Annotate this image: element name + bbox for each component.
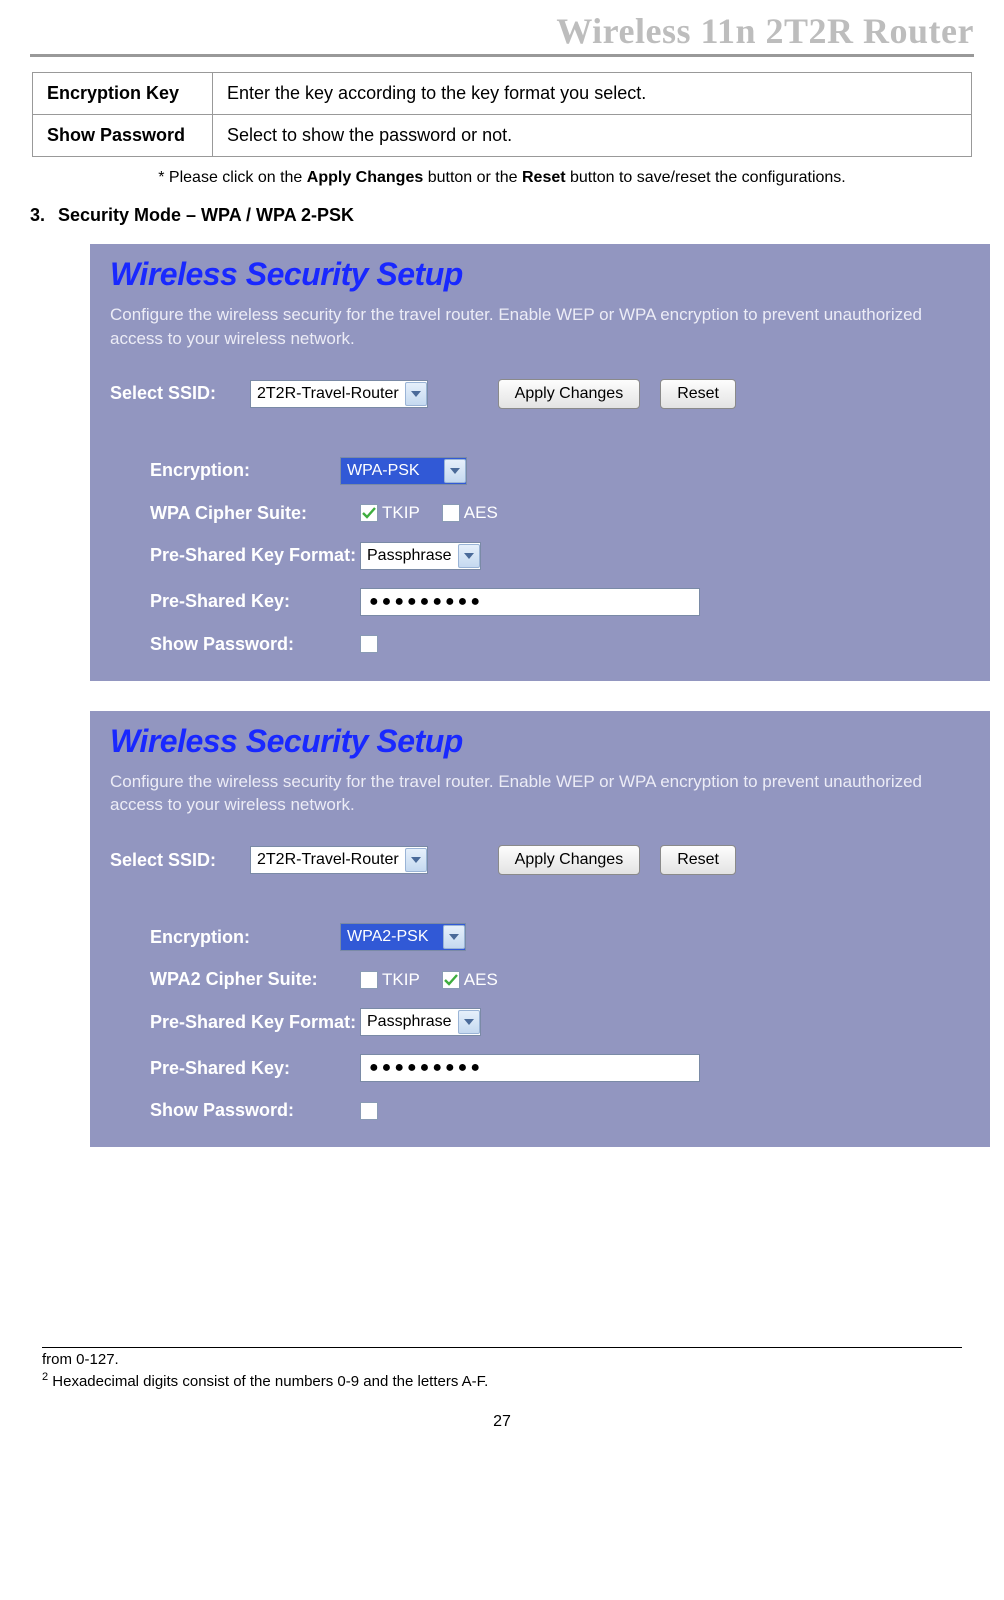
page-number: 27	[30, 1413, 974, 1431]
cipher-label: WPA2 Cipher Suite:	[110, 969, 360, 990]
reset-button[interactable]: Reset	[660, 845, 736, 875]
show-password-label: Show Password:	[110, 1100, 360, 1121]
def-label: Encryption Key	[33, 73, 213, 115]
def-label: Show Password	[33, 115, 213, 157]
tkip-label: TKIP	[382, 503, 420, 523]
psk-label: Pre-Shared Key:	[110, 591, 360, 612]
chevron-down-icon	[405, 382, 427, 406]
table-row: Encryption Key Enter the key according t…	[33, 73, 972, 115]
chevron-down-icon	[443, 925, 465, 949]
panel-title: Wireless Security Setup	[110, 723, 970, 760]
psk-format-label: Pre-Shared Key Format:	[110, 545, 360, 566]
ssid-select[interactable]: 2T2R-Travel-Router	[250, 380, 428, 408]
aes-label: AES	[464, 503, 498, 523]
show-password-checkbox[interactable]	[360, 1102, 378, 1120]
section-heading: 3.Security Mode – WPA / WPA 2-PSK	[30, 205, 974, 226]
ssid-select[interactable]: 2T2R-Travel-Router	[250, 846, 428, 874]
psk-input[interactable]: ●●●●●●●●●	[360, 1054, 700, 1082]
ssid-label: Select SSID:	[110, 850, 250, 871]
chevron-down-icon	[444, 459, 466, 483]
note-text: * Please click on the Apply Changes butt…	[30, 169, 974, 187]
tkip-checkbox[interactable]	[360, 504, 378, 522]
encryption-select[interactable]: WPA2-PSK	[340, 923, 466, 951]
psk-format-select[interactable]: Passphrase	[360, 1008, 481, 1036]
cipher-label: WPA Cipher Suite:	[110, 503, 360, 524]
apply-changes-button[interactable]: Apply Changes	[498, 379, 641, 409]
aes-checkbox[interactable]	[442, 504, 460, 522]
tkip-label: TKIP	[382, 970, 420, 990]
show-password-checkbox[interactable]	[360, 635, 378, 653]
def-desc: Enter the key according to the key forma…	[213, 73, 972, 115]
encryption-select[interactable]: WPA-PSK	[340, 457, 467, 485]
psk-label: Pre-Shared Key:	[110, 1058, 360, 1079]
psk-format-label: Pre-Shared Key Format:	[110, 1012, 360, 1033]
reset-button[interactable]: Reset	[660, 379, 736, 409]
encryption-label: Encryption:	[110, 927, 340, 948]
panel-description: Configure the wireless security for the …	[110, 770, 970, 818]
psk-format-select[interactable]: Passphrase	[360, 542, 481, 570]
show-password-label: Show Password:	[110, 634, 360, 655]
tkip-checkbox[interactable]	[360, 971, 378, 989]
page-title: Wireless 11n 2T2R Router	[30, 10, 974, 52]
footnotes: from 0-127. 2 Hexadecimal digits consist…	[42, 1347, 962, 1393]
psk-input[interactable]: ●●●●●●●●●	[360, 588, 700, 616]
ssid-label: Select SSID:	[110, 383, 250, 404]
chevron-down-icon	[458, 1010, 480, 1034]
footnote-line: 2 Hexadecimal digits consist of the numb…	[42, 1370, 962, 1392]
page-header: Wireless 11n 2T2R Router	[30, 10, 974, 57]
chevron-down-icon	[458, 544, 480, 568]
apply-changes-button[interactable]: Apply Changes	[498, 845, 641, 875]
def-desc: Select to show the password or not.	[213, 115, 972, 157]
panel-title: Wireless Security Setup	[110, 256, 970, 293]
screenshot-panel-wpa: Wireless Security Setup Configure the wi…	[90, 244, 990, 681]
definition-table: Encryption Key Enter the key according t…	[32, 72, 972, 157]
encryption-label: Encryption:	[110, 460, 340, 481]
footnote-line: from 0-127.	[42, 1350, 962, 1370]
panel-description: Configure the wireless security for the …	[110, 303, 970, 351]
chevron-down-icon	[405, 848, 427, 872]
aes-checkbox[interactable]	[442, 971, 460, 989]
screenshot-panel-wpa2: Wireless Security Setup Configure the wi…	[90, 711, 990, 1148]
table-row: Show Password Select to show the passwor…	[33, 115, 972, 157]
aes-label: AES	[464, 970, 498, 990]
